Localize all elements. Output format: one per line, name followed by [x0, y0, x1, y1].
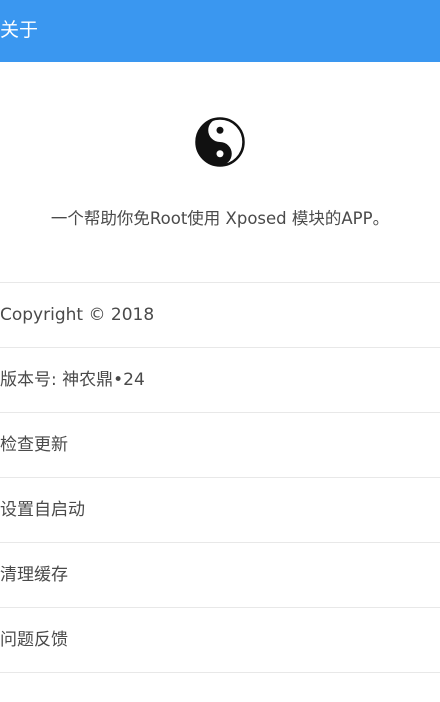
version-label: 版本号: 神农鼎•24 — [0, 370, 145, 390]
page-title: 关于 — [0, 19, 39, 41]
feedback-label: 问题反馈 — [0, 630, 68, 650]
check-update-label: 检查更新 — [0, 435, 68, 455]
app-bar: 关于 — [0, 0, 440, 62]
clear-cache-item[interactable]: 清理缓存 — [0, 542, 440, 607]
check-update-item[interactable]: 检查更新 — [0, 412, 440, 477]
app-description: 一个帮助你免Root使用 Xposed 模块的APP。 — [50, 209, 390, 228]
autostart-settings-item[interactable]: 设置自启动 — [0, 477, 440, 542]
yin-yang-icon — [195, 117, 245, 167]
feedback-item[interactable]: 问题反馈 — [0, 607, 440, 673]
copyright-label: Copyright © 2018 — [0, 305, 155, 325]
settings-list: Copyright © 2018 版本号: 神农鼎•24 检查更新 设置自启动 … — [0, 282, 440, 673]
autostart-settings-label: 设置自启动 — [0, 500, 85, 520]
list-item-copyright: Copyright © 2018 — [0, 282, 440, 347]
clear-cache-label: 清理缓存 — [0, 565, 68, 585]
list-item-version: 版本号: 神农鼎•24 — [0, 347, 440, 412]
